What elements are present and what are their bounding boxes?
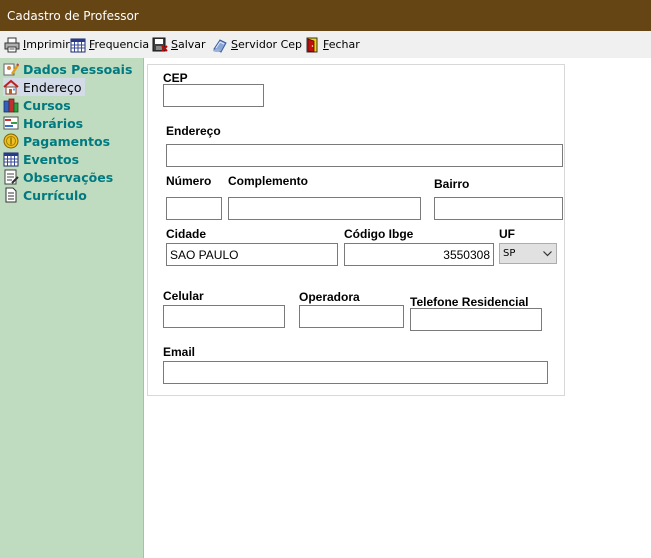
sidebar-item-curriculo[interactable]: Currículo <box>3 186 90 204</box>
document-icon <box>5 187 17 203</box>
sidebar-item-horarios[interactable]: Horários <box>3 114 86 132</box>
operadora-input[interactable] <box>299 305 404 328</box>
uf-select[interactable]: SP <box>499 243 557 264</box>
complemento-input[interactable] <box>228 197 421 220</box>
cep-label: CEP <box>163 71 188 85</box>
server-icon <box>213 38 227 53</box>
fechar-label: Fechar <box>323 38 360 51</box>
numero-input[interactable] <box>166 197 222 220</box>
save-icon <box>152 37 168 52</box>
fechar-button[interactable]: Fechar <box>304 36 360 53</box>
salvar-label: Salvar <box>171 38 206 51</box>
celular-label: Celular <box>163 289 204 303</box>
sidebar-item-dados-pessoais[interactable]: Dados Pessoais <box>3 60 135 78</box>
cidade-input[interactable] <box>166 243 338 266</box>
coin-icon <box>3 133 19 149</box>
codigo-ibge-input[interactable] <box>344 243 494 266</box>
printer-icon <box>4 37 20 52</box>
endereco-label: Endereço <box>166 124 221 138</box>
sidebar-item-eventos[interactable]: Eventos <box>3 150 82 168</box>
email-input[interactable] <box>163 361 548 384</box>
operadora-label: Operadora <box>299 290 360 304</box>
window-title: Cadastro de Professor <box>7 9 139 23</box>
endereco-input[interactable] <box>166 144 563 167</box>
servidor-cep-label: Servidor Cep <box>231 38 303 51</box>
frequencia-button[interactable]: Frequencia <box>70 36 149 53</box>
frequencia-label: Frequencia <box>89 38 150 51</box>
bairro-label: Bairro <box>434 177 470 191</box>
exit-door-icon <box>306 37 318 52</box>
books-icon <box>3 98 19 113</box>
toolbar: Imprimir Frequencia Salvar Servidor Cep … <box>0 31 651 58</box>
calendar-grid-icon <box>70 38 86 52</box>
sidebar-item-endereco[interactable]: Endereço <box>3 78 85 96</box>
sidebar-nav: Dados Pessoais Endereço Cursos Horários … <box>0 58 144 558</box>
house-icon <box>3 79 19 95</box>
numero-label: Número <box>166 174 212 188</box>
salvar-button[interactable]: Salvar <box>152 36 206 53</box>
cidade-label: Cidade <box>166 227 207 241</box>
servidor-cep-button[interactable]: Servidor Cep <box>212 36 302 53</box>
schedule-icon <box>3 116 19 130</box>
celular-input[interactable] <box>163 305 285 328</box>
uf-selected-value: SP <box>503 248 516 259</box>
imprimir-label: Imprimir <box>23 38 70 51</box>
telefone-residencial-input[interactable] <box>410 308 542 331</box>
endereco-form-panel: CEP Endereço Número Complemento Bairro C… <box>147 64 565 396</box>
calendar-icon <box>3 152 19 167</box>
codigo-ibge-label: Código Ibge <box>344 227 414 241</box>
sidebar-item-pagamentos[interactable]: Pagamentos <box>3 132 113 150</box>
sidebar-item-observacoes[interactable]: Observações <box>3 168 116 186</box>
chevron-down-icon <box>543 251 552 257</box>
imprimir-button[interactable]: Imprimir <box>4 36 70 53</box>
notes-icon <box>4 169 19 185</box>
title-bar: Cadastro de Professor <box>0 0 651 31</box>
sidebar-item-cursos[interactable]: Cursos <box>3 96 74 114</box>
user-edit-icon <box>3 63 19 76</box>
uf-label: UF <box>499 227 515 241</box>
cep-input[interactable] <box>163 84 264 107</box>
bairro-input[interactable] <box>434 197 563 220</box>
email-label: Email <box>163 345 196 359</box>
cadastro-professor-window: Cadastro de Professor Imprimir Frequenci… <box>0 0 651 558</box>
telefone-residencial-label: Telefone Residencial <box>410 295 529 309</box>
complemento-label: Complemento <box>228 174 309 188</box>
